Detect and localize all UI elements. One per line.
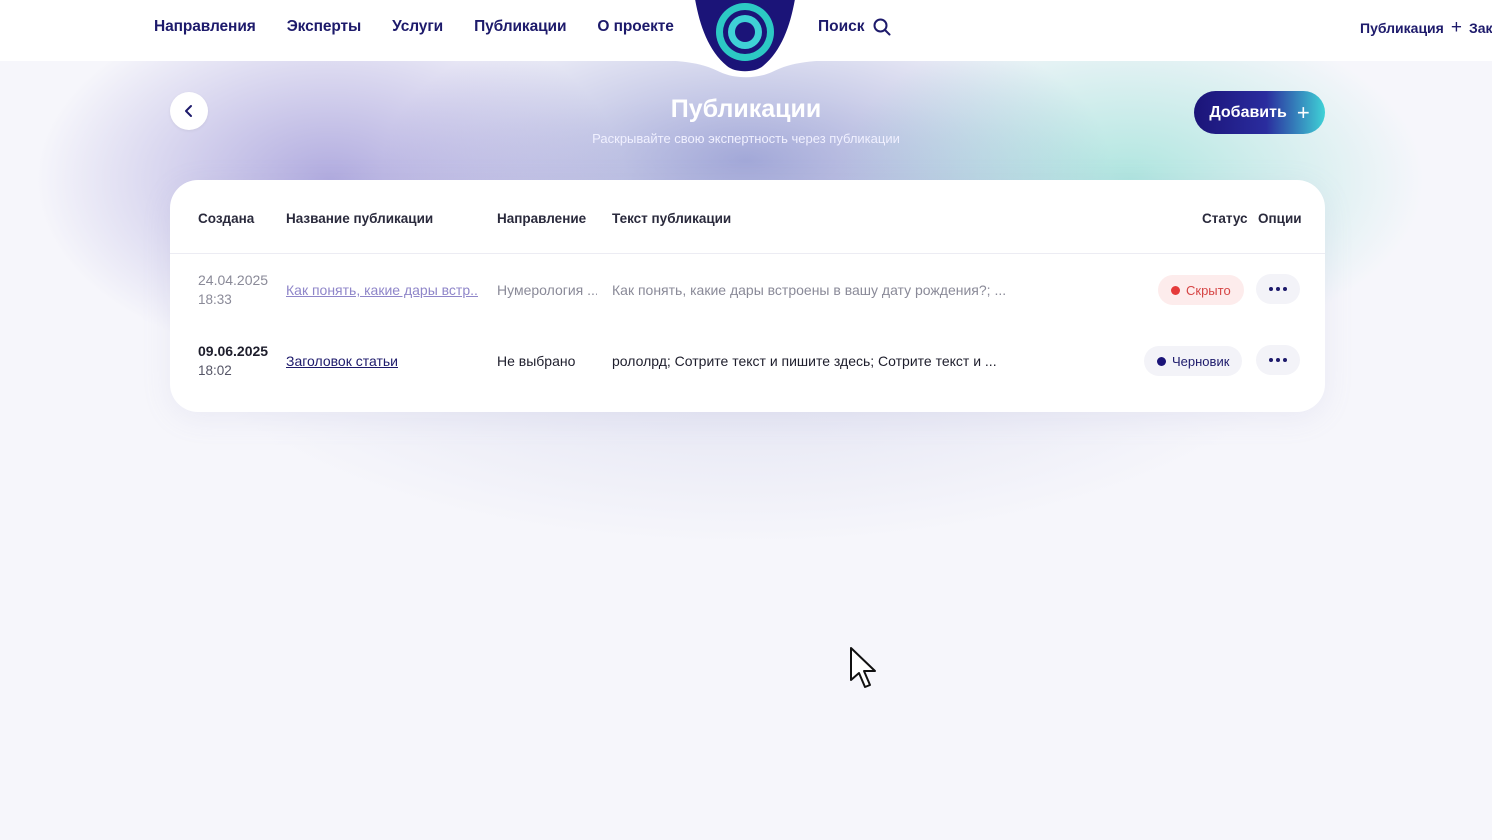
column-header-title[interactable]: Название публикации bbox=[286, 211, 433, 226]
direction-cell: Не выбрано bbox=[497, 353, 576, 369]
nav-item-experts[interactable]: Эксперты bbox=[287, 18, 362, 36]
add-button[interactable]: Добавить + bbox=[1194, 91, 1325, 134]
column-header-direction[interactable]: Направление bbox=[497, 211, 586, 226]
created-time: 18:02 bbox=[198, 363, 232, 378]
search-icon bbox=[873, 18, 891, 36]
nav-item-about[interactable]: О проекте bbox=[597, 18, 673, 36]
created-time: 18:33 bbox=[198, 292, 232, 307]
column-header-options: Опции bbox=[1258, 211, 1302, 226]
status-dot-icon bbox=[1157, 356, 1166, 366]
more-horizontal-icon bbox=[1269, 358, 1287, 362]
nav-item-publications[interactable]: Публикации bbox=[474, 18, 566, 36]
mouse-cursor-icon bbox=[850, 647, 876, 688]
header-divider bbox=[170, 253, 1325, 254]
created-date: 09.06.2025 bbox=[198, 343, 269, 359]
more-horizontal-icon bbox=[1269, 287, 1287, 291]
text-preview-cell: Как понять, какие дары встроены в вашу д… bbox=[612, 282, 1007, 298]
add-publication-link[interactable]: Публикация + Зак bbox=[1360, 17, 1492, 38]
cut-off-label: Зак bbox=[1468, 20, 1492, 36]
created-date: 24.04.2025 bbox=[198, 272, 269, 288]
add-button-label: Добавить bbox=[1209, 103, 1287, 121]
search-button[interactable]: Поиск bbox=[818, 18, 891, 36]
nav-item-directions[interactable]: Направления bbox=[154, 18, 256, 36]
status-dot-icon bbox=[1171, 285, 1180, 295]
status-badge: Скрыто bbox=[1158, 275, 1244, 305]
publication-title-link[interactable]: Заголовок статьи bbox=[286, 353, 478, 369]
options-button[interactable] bbox=[1256, 274, 1300, 304]
options-button[interactable] bbox=[1256, 345, 1300, 375]
logo-icon[interactable] bbox=[693, 0, 797, 74]
nav-item-services[interactable]: Услуги bbox=[392, 18, 443, 36]
text-preview-cell: рололрд; Сотрите текст и пишите здесь; С… bbox=[612, 353, 997, 369]
column-header-status[interactable]: Статус bbox=[1202, 211, 1248, 226]
direction-cell: Нумерология ... bbox=[497, 282, 597, 298]
plus-icon: + bbox=[1450, 17, 1462, 38]
column-header-text[interactable]: Текст публикации bbox=[612, 211, 731, 226]
publication-label: Публикация bbox=[1360, 20, 1444, 36]
status-label: Черновик bbox=[1172, 353, 1230, 369]
status-label: Скрыто bbox=[1186, 282, 1231, 298]
column-header-created[interactable]: Создана bbox=[198, 211, 254, 226]
publication-title-link[interactable]: Как понять, какие дары встр... bbox=[286, 282, 478, 298]
status-badge: Черновик bbox=[1144, 346, 1243, 376]
main-nav: Направления Эксперты Услуги Публикации О… bbox=[154, 18, 674, 36]
plus-icon: + bbox=[1296, 99, 1310, 125]
search-label: Поиск bbox=[818, 18, 865, 35]
